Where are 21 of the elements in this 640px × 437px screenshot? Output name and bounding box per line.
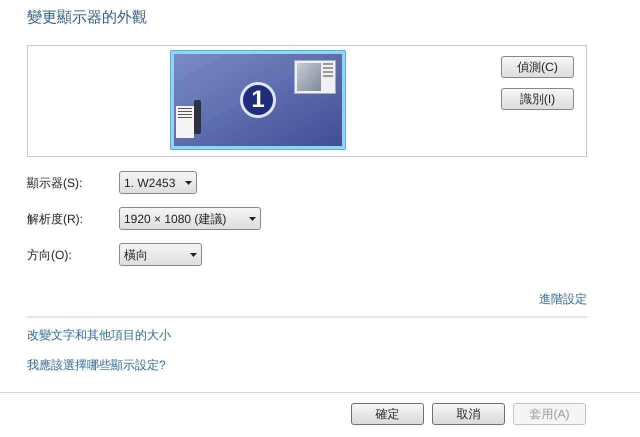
dialog-button[interactable]: 確定 xyxy=(351,403,424,425)
advanced-settings-link[interactable]: 進階設定 xyxy=(539,290,587,308)
window-icon xyxy=(294,60,336,94)
setting-label: 解析度(R): xyxy=(27,210,84,228)
caret-icon xyxy=(249,216,256,220)
gadget-icon xyxy=(176,100,204,140)
dropdown[interactable]: 橫向 xyxy=(119,243,202,266)
help-link[interactable]: 我應該選擇哪些顯示設定? xyxy=(27,356,166,374)
caret-icon xyxy=(185,180,192,184)
dropdown[interactable]: 1920 × 1080 (建議) xyxy=(119,207,261,230)
dropdown[interactable]: 1. W2453 xyxy=(119,171,197,194)
setting-label: 方向(O): xyxy=(27,246,73,264)
page-title: 變更顯示器的外觀 xyxy=(27,8,148,28)
preview-button[interactable]: 偵測(C) xyxy=(501,56,574,78)
help-link[interactable]: 改變文字和其他項目的大小 xyxy=(27,326,171,344)
setting-label: 顯示器(S): xyxy=(27,174,84,192)
preview-button[interactable]: 識別(I) xyxy=(501,88,574,110)
monitor-preview[interactable]: 1 xyxy=(170,50,346,150)
monitor-number: 1 xyxy=(240,82,276,118)
caret-icon xyxy=(190,252,197,256)
dialog-button[interactable]: 取消 xyxy=(432,403,505,425)
